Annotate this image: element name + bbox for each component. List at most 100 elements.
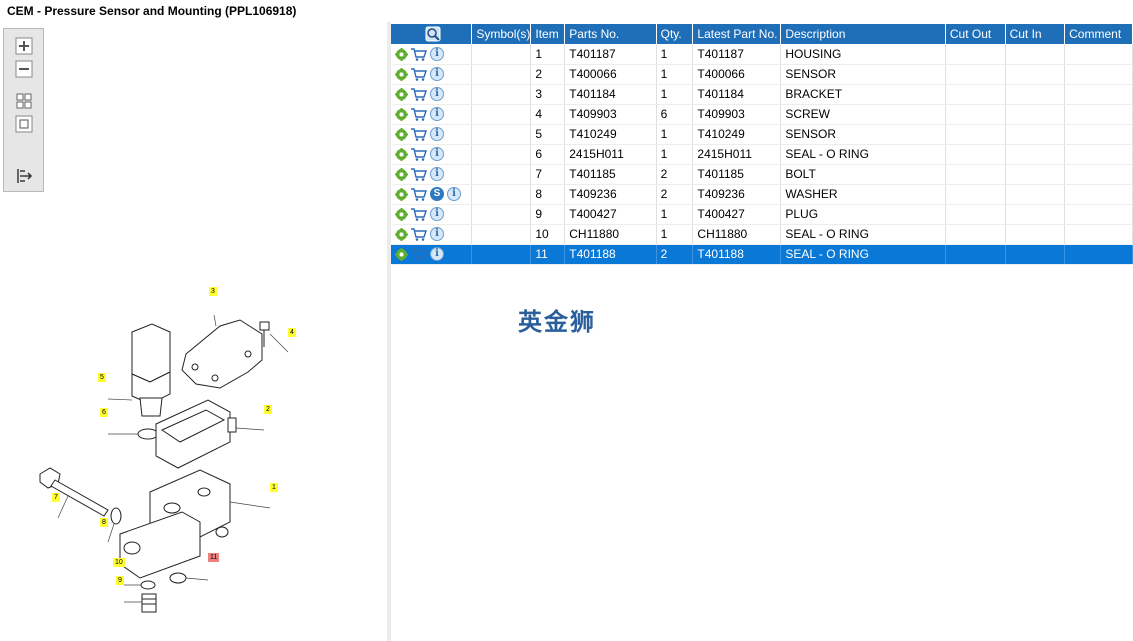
header-item[interactable]: Item <box>530 24 566 44</box>
cell-parts-no: 2415H011 <box>564 144 657 165</box>
cell-qty: 1 <box>656 124 694 145</box>
cell-qty: 6 <box>656 104 694 125</box>
cart-icon[interactable] <box>411 68 427 81</box>
callout-3[interactable]: 3 <box>209 287 217 296</box>
gear-icon[interactable] <box>395 67 408 81</box>
info-icon[interactable]: i <box>430 47 444 62</box>
gear-icon[interactable] <box>395 227 408 241</box>
info-icon[interactable]: i <box>430 87 444 102</box>
gear-icon[interactable] <box>395 167 408 181</box>
callout-9[interactable]: 9 <box>116 576 124 585</box>
info-icon[interactable]: i <box>430 67 444 82</box>
cell-cut-out <box>945 84 1006 105</box>
gear-icon[interactable] <box>395 187 408 201</box>
info-icon[interactable]: i <box>430 167 444 182</box>
table-row[interactable]: Si 8 T409236 2 T409236 WASHER <box>391 184 1133 205</box>
callout-1[interactable]: 1 <box>270 483 278 492</box>
diagram-pane[interactable]: 3 4 5 2 6 1 7 8 11 10 9 <box>0 22 387 641</box>
cell-item: 10 <box>530 224 566 245</box>
table-row[interactable]: i 7 T401185 2 T401185 BOLT <box>391 164 1133 185</box>
table-row[interactable]: i 1 T401187 1 T401187 HOUSING <box>391 44 1133 65</box>
cart-icon[interactable] <box>411 208 427 221</box>
callout-7[interactable]: 7 <box>52 493 60 502</box>
header-qty[interactable]: Qty. <box>656 24 694 44</box>
cell-latest-part-no: T409903 <box>692 104 782 125</box>
callout-2[interactable]: 2 <box>264 405 272 414</box>
cell-description: WASHER <box>780 184 946 205</box>
supersession-icon[interactable]: S <box>430 187 444 202</box>
header-cut-out[interactable]: Cut Out <box>945 24 1006 44</box>
row-actions: i <box>391 164 473 185</box>
cell-parts-no: T400427 <box>564 204 657 225</box>
cell-cut-out <box>945 204 1006 225</box>
header-cut-in[interactable]: Cut In <box>1005 24 1066 44</box>
callout-8[interactable]: 8 <box>100 518 108 527</box>
info-icon[interactable]: i <box>430 127 444 142</box>
gear-icon[interactable] <box>395 247 408 261</box>
row-actions: i <box>391 84 473 105</box>
callout-6[interactable]: 6 <box>100 408 108 417</box>
cell-symbols <box>471 244 532 265</box>
cell-item: 4 <box>530 104 566 125</box>
header-parts-no[interactable]: Parts No. <box>564 24 657 44</box>
cell-cut-out <box>945 224 1006 245</box>
table-row[interactable]: i 9 T400427 1 T400427 PLUG <box>391 204 1133 225</box>
cell-symbols <box>471 184 532 205</box>
cell-comment <box>1064 64 1133 85</box>
callout-4[interactable]: 4 <box>288 328 296 337</box>
cell-cut-in <box>1005 44 1066 65</box>
header-actions[interactable] <box>391 24 473 44</box>
cell-cut-in <box>1005 244 1066 265</box>
cell-item: 9 <box>530 204 566 225</box>
table-row[interactable]: i 6 2415H011 1 2415H011 SEAL - O RING <box>391 144 1133 165</box>
header-latest-part-no[interactable]: Latest Part No. <box>692 24 782 44</box>
cart-icon[interactable] <box>411 128 427 141</box>
info-icon[interactable]: i <box>430 107 444 122</box>
info-icon[interactable]: i <box>430 207 444 222</box>
table-row[interactable]: i 3 T401184 1 T401184 BRACKET <box>391 84 1133 105</box>
header-comment[interactable]: Comment <box>1064 24 1133 44</box>
info-icon[interactable]: i <box>447 187 461 202</box>
table-row[interactable]: i 2 T400066 1 T400066 SENSOR <box>391 64 1133 85</box>
table-row[interactable]: i 5 T410249 1 T410249 SENSOR <box>391 124 1133 145</box>
cell-item: 1 <box>530 44 566 65</box>
header-description[interactable]: Description <box>780 24 946 44</box>
cell-parts-no: T410249 <box>564 124 657 145</box>
gear-icon[interactable] <box>395 87 408 101</box>
cell-qty: 1 <box>656 204 694 225</box>
cell-comment <box>1064 164 1133 185</box>
cell-qty: 2 <box>656 244 694 265</box>
cart-icon[interactable] <box>411 168 427 181</box>
info-icon[interactable]: i <box>430 147 444 162</box>
info-icon[interactable]: i <box>430 227 444 242</box>
row-actions: i <box>391 244 473 265</box>
cell-comment <box>1064 44 1133 65</box>
cart-icon[interactable] <box>411 188 427 201</box>
callout-5[interactable]: 5 <box>98 373 106 382</box>
cart-icon[interactable] <box>411 228 427 241</box>
cell-symbols <box>471 144 532 165</box>
search-parts-icon[interactable] <box>425 26 441 42</box>
cart-icon[interactable] <box>411 108 427 121</box>
gear-icon[interactable] <box>395 107 408 121</box>
cart-icon[interactable] <box>411 47 427 61</box>
gear-icon[interactable] <box>395 127 408 141</box>
gear-icon[interactable] <box>395 207 408 221</box>
table-row[interactable]: i 4 T409903 6 T409903 SCREW <box>391 104 1133 125</box>
cart-icon[interactable] <box>411 248 427 261</box>
table-row[interactable]: i 10 CH11880 1 CH11880 SEAL - O RING <box>391 224 1133 245</box>
cell-comment <box>1064 144 1133 165</box>
callout-11[interactable]: 11 <box>208 553 220 562</box>
cart-icon[interactable] <box>411 88 427 101</box>
header-symbols[interactable]: Symbol(s) <box>471 24 532 44</box>
cell-item: 8 <box>530 184 566 205</box>
cell-latest-part-no: T401187 <box>692 44 782 65</box>
cart-icon[interactable] <box>411 148 427 161</box>
gear-icon[interactable] <box>395 147 408 161</box>
table-row[interactable]: i 11 T401188 2 T401188 SEAL - O RING <box>391 244 1133 265</box>
info-icon[interactable]: i <box>430 247 444 262</box>
cell-latest-part-no: T401185 <box>692 164 782 185</box>
cell-symbols <box>471 104 532 125</box>
callout-10[interactable]: 10 <box>113 558 125 567</box>
gear-icon[interactable] <box>395 47 408 61</box>
